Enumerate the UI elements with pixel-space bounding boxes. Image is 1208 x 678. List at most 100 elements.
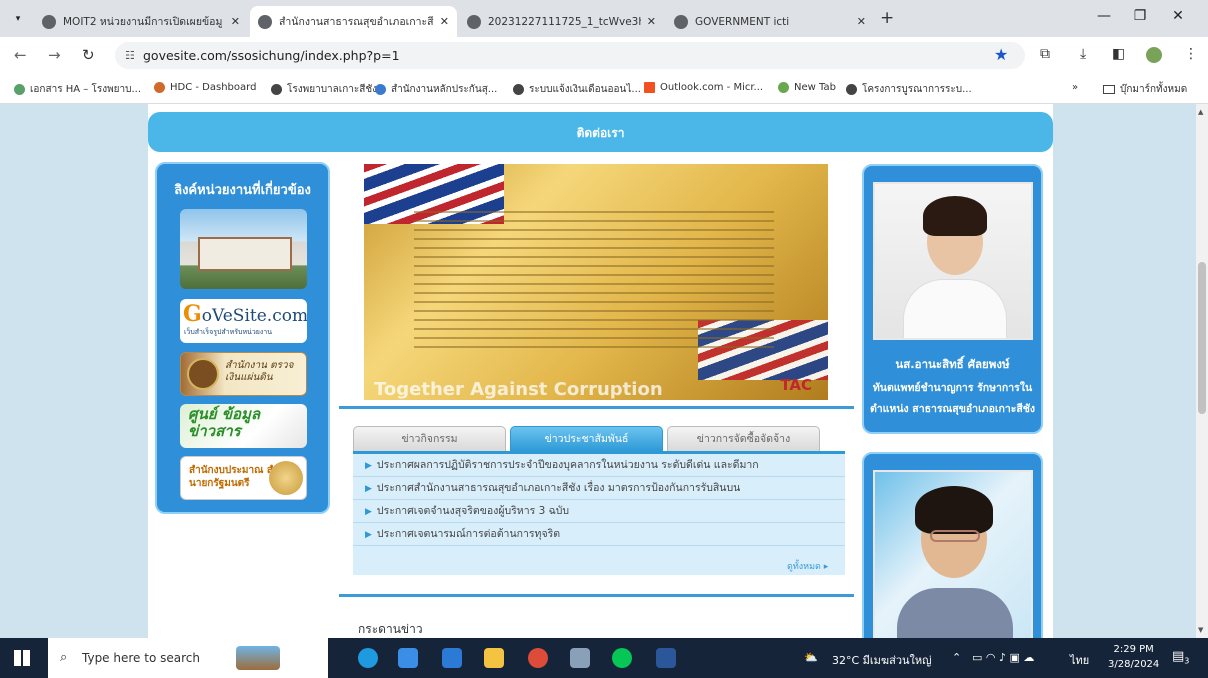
news-tabs: ข่าวกิจกรรม ข่าวประชาสัมพันธ์ ข่าวการจัด…	[353, 426, 841, 452]
announcement-document-image	[404, 204, 784, 374]
information-center-link[interactable]: ศูนย์ ข้อมูลข่าวสาร	[180, 404, 307, 448]
windows-start-icon[interactable]	[14, 650, 30, 666]
bookmark-star-icon[interactable]: ★	[994, 45, 1008, 64]
close-tab-icon[interactable]: ✕	[647, 15, 656, 28]
clock[interactable]: 2:29 PM 3/28/2024	[1108, 642, 1159, 672]
news-board-heading: กระดานข่าว	[358, 622, 423, 636]
tray-overflow-icon[interactable]: ⌃	[952, 651, 961, 664]
bookmarks-bar: เอกสาร HA – โรงพยาบ... HDC - Dashboard โ…	[0, 74, 1208, 104]
list-item[interactable]: ▶ ประกาศเจตจำนงสุจริตของผู้บริหาร 3 ฉบับ	[353, 500, 845, 523]
app-icon[interactable]	[570, 648, 590, 668]
notification-icon[interactable]: ▤3	[1172, 649, 1189, 666]
budget-bureau-link[interactable]: สำนักงบประมาณ สำนักนายกรัฐมนตรี	[180, 456, 307, 500]
related-links-heading: ลิงค์หน่วยงานที่เกี่ยวข้อง	[174, 183, 311, 198]
word-icon[interactable]	[656, 648, 676, 668]
related-links-panel: ลิงค์หน่วยงานที่เกี่ยวข้อง GoVeSite.com …	[155, 162, 330, 514]
store-icon[interactable]	[398, 648, 418, 668]
tray-icons[interactable]: ▭ ◠ ♪ ▣ ☁	[972, 651, 1034, 664]
download-icon[interactable]: ⤓	[1080, 46, 1086, 62]
site-info-icon[interactable]: ☷	[125, 42, 135, 69]
tab-activity-news[interactable]: ข่าวกิจกรรม	[353, 426, 506, 452]
arrow-icon: ▶	[365, 484, 372, 494]
bookmark-item[interactable]: HDC - Dashboard	[154, 82, 256, 93]
officer-card: นส.อานะสิทธิ์ ศัลยพงษ์ ทันตแพทย์ชำนาญการ…	[862, 164, 1043, 434]
favicon-icon	[258, 14, 272, 29]
see-all-link[interactable]: ดูทั้งหมด ▸	[787, 559, 828, 573]
list-item[interactable]: ▶ ประกาศผลการปฏิบัติราชการประจำปีของบุคลา…	[353, 454, 845, 477]
all-bookmarks[interactable]: บุ๊กมาร์กทั้งหมด	[1103, 82, 1187, 97]
close-window-icon[interactable]: ✕	[1166, 8, 1190, 24]
banner-tagline: Together Against Corruption	[374, 379, 663, 400]
favicon-icon	[674, 14, 688, 29]
arrow-icon: ▶	[365, 507, 372, 517]
browser-tab-bar: ▾ MOIT2 หน่วยงานมีการเปิดเผยข้อมู ✕ สำนั…	[0, 0, 1208, 37]
officer-position: ทันตแพทย์ชำนาญการ รักษาการใน ตำแหน่ง สาธ…	[869, 382, 1036, 415]
tab-search-dropdown-icon[interactable]: ▾	[10, 11, 26, 27]
scrollbar-thumb[interactable]	[1198, 262, 1206, 414]
back-icon[interactable]: ←	[14, 46, 27, 64]
reload-icon[interactable]: ↻	[82, 46, 95, 64]
divider	[339, 594, 854, 597]
tac-logo: TAC	[780, 376, 812, 394]
tab-moit2[interactable]: MOIT2 หน่วยงานมีการเปิดเผยข้อมู ✕	[34, 6, 248, 37]
forward-icon[interactable]: →	[48, 46, 61, 64]
tab-government[interactable]: GOVERNMENT icti ✕	[666, 6, 874, 37]
bookmark-item[interactable]: สำนักงานหลักประกันสุ...	[375, 82, 497, 97]
extensions-icon[interactable]: ⧉	[1040, 46, 1050, 62]
menu-icon[interactable]: ⋮	[1184, 46, 1198, 62]
list-item[interactable]: ▶ ประกาศสำนักงานสาธารณสุขอำเภอเกาะสีชัง เ…	[353, 477, 845, 500]
divider	[339, 406, 854, 409]
scroll-down-icon[interactable]: ▼	[1198, 626, 1203, 634]
tab-pr-news[interactable]: ข่าวประชาสัมพันธ์	[510, 426, 663, 452]
arrow-icon: ▶	[365, 461, 372, 471]
task-view-icon[interactable]: ⊟	[306, 648, 326, 668]
search-icon: ⌕	[60, 650, 68, 665]
office-building-link[interactable]	[180, 209, 307, 289]
url-text: govesite.com/ssosichung/index.php?p=1	[143, 48, 400, 63]
bookmark-item[interactable]: ระบบแจ้งเงินเดือนออนไ...	[513, 82, 641, 97]
taskbar: ⌕ Type here to search ⊟ ⛅ 32°C มีเมฆส่วน…	[0, 638, 1208, 678]
language-indicator[interactable]: ไทย	[1070, 651, 1089, 669]
close-tab-icon[interactable]: ✕	[440, 15, 449, 28]
list-item[interactable]: ▶ ประกาศเจตนารมณ์การต่อต้านการทุจริต	[353, 523, 845, 546]
arrow-icon: ▶	[365, 530, 372, 540]
contact-us-link[interactable]: ติดต่อเรา	[148, 112, 1053, 152]
edge-icon[interactable]	[358, 648, 378, 668]
new-tab-button[interactable]: +	[880, 8, 894, 28]
weather-text[interactable]: 32°C มีเมฆส่วนใหญ่	[832, 651, 932, 669]
bookmark-item[interactable]: Outlook.com - Micr...	[644, 82, 763, 93]
url-bar[interactable]: ☷ govesite.com/ssosichung/index.php?p=1	[115, 42, 1025, 69]
officer-photo[interactable]	[873, 182, 1033, 340]
close-tab-icon[interactable]: ✕	[857, 15, 866, 28]
restore-icon[interactable]: ❐	[1128, 8, 1152, 24]
minimize-icon[interactable]: —	[1092, 8, 1116, 24]
anti-corruption-banner[interactable]: Together Against Corruption TAC	[364, 164, 828, 400]
favicon-icon	[467, 14, 481, 29]
scroll-up-icon[interactable]: ▲	[1198, 108, 1203, 116]
bookmark-item[interactable]: โรงพยาบาลเกาะสีชัง	[271, 82, 377, 97]
search-highlight-icon[interactable]	[236, 646, 280, 670]
tab-active-site[interactable]: สำนักงานสาธารณสุขอำเภอเกาะสีชัง ✕	[250, 6, 457, 37]
search-input[interactable]: ⌕ Type here to search	[48, 638, 328, 678]
vertical-scrollbar[interactable]: ▲ ▼	[1196, 104, 1208, 638]
line-icon[interactable]	[612, 648, 632, 668]
chrome-icon[interactable]	[528, 648, 548, 668]
close-tab-icon[interactable]: ✕	[231, 15, 240, 28]
weather-icon[interactable]: ⛅	[804, 651, 818, 664]
officer-name: นส.อานะสิทธิ์ ศัลยพงษ์	[895, 357, 1010, 371]
govesite-link[interactable]: GoVeSite.com เว็บสำเร็จรูปสำหรับหน่วยงาน	[180, 299, 307, 343]
bookmark-item[interactable]: เอกสาร HA – โรงพยาบ...	[14, 82, 141, 97]
bookmark-item[interactable]: โครงการบูรณาการระบ...	[846, 82, 972, 97]
officer-photo[interactable]	[873, 470, 1033, 638]
audit-office-link[interactable]: สำนักงาน ตรวจเงินแผ่นดิน	[180, 352, 307, 396]
address-toolbar: ← → ↻ ☷ govesite.com/ssosichung/index.ph…	[0, 37, 1208, 74]
news-list: ▶ ประกาศผลการปฏิบัติราชการประจำปีของบุคลา…	[353, 451, 845, 575]
bookmark-item[interactable]: New Tab	[778, 82, 836, 93]
file-explorer-icon[interactable]	[484, 648, 504, 668]
profile-avatar[interactable]	[1146, 47, 1162, 63]
tab-procurement-news[interactable]: ข่าวการจัดซื้อจัดจ้าง	[667, 426, 820, 452]
side-panel-icon[interactable]: ◧	[1112, 46, 1125, 62]
tab-pdf[interactable]: 20231227111725_1_tcWve3h.p ✕	[459, 6, 664, 37]
mail-icon[interactable]	[442, 648, 462, 668]
bookmarks-overflow-icon[interactable]: »	[1072, 82, 1078, 93]
